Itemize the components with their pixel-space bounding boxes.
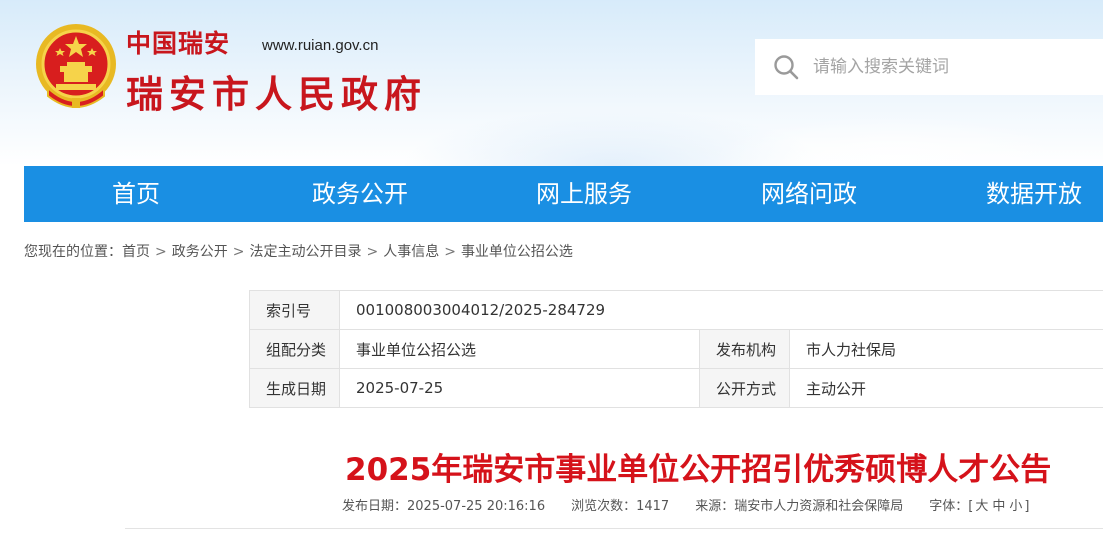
breadcrumb-prefix: 您现在的位置： [24, 244, 122, 260]
source-label: 来源： [695, 499, 735, 514]
publish-date: 发布日期：2025-07-25 20:16:16 [342, 499, 545, 514]
breadcrumb-separator: > [444, 244, 456, 260]
breadcrumb-separator: > [232, 244, 245, 260]
font-size-switcher: 字体：[大中小] [929, 499, 1029, 514]
breadcrumb-home[interactable]: 首页 [122, 244, 150, 260]
national-emblem-icon[interactable] [34, 22, 118, 110]
nav-item-online-services[interactable]: 网上服务 [536, 166, 632, 222]
date-value: 2025-07-25 [339, 368, 700, 408]
publisher-value: 市人力社保局 [788, 329, 1103, 369]
font-size-medium-button[interactable]: 中 [992, 499, 1005, 514]
nav-item-online-inquiry[interactable]: 网络问政 [761, 166, 857, 222]
date-label: 生成日期 [249, 368, 340, 408]
table-row: 索引号 001008003004012/2025-284729 [249, 290, 1103, 330]
breadcrumb-statutory-directory[interactable]: 法定主动公开目录 [249, 244, 361, 260]
source-value: 瑞安市人力资源和社会保障局 [734, 499, 904, 514]
nav-item-home[interactable]: 首页 [112, 166, 160, 222]
publish-date-label: 发布日期： [342, 499, 408, 514]
breadcrumb-separator: > [155, 244, 167, 260]
category-value: 事业单位公招公选 [339, 329, 700, 369]
font-size-large-button[interactable]: 大 [975, 499, 988, 514]
breadcrumb-personnel-info[interactable]: 人事信息 [383, 244, 439, 260]
nav-item-open-data[interactable]: 数据开放 [986, 166, 1082, 222]
view-count: 浏览次数：1417 [571, 499, 669, 514]
logo-government-name[interactable]: 瑞安市人民政府 [126, 64, 427, 118]
view-count-label: 浏览次数： [571, 499, 637, 514]
font-size-label: 字体： [929, 499, 969, 514]
publisher-label: 发布机构 [699, 329, 790, 369]
article-source: 来源：瑞安市人力资源和社会保障局 [695, 499, 903, 514]
logo-china-ruian[interactable]: 中国瑞安 [126, 24, 230, 60]
logo-url: www.ruian.gov.cn [262, 37, 379, 54]
font-size-small-button[interactable]: 小 [1009, 499, 1022, 514]
index-label: 索引号 [249, 290, 340, 330]
table-row: 组配分类 事业单位公招公选 发布机构 市人力社保局 [249, 329, 1103, 369]
view-count-value: 1417 [636, 499, 670, 514]
open-method-value: 主动公开 [788, 368, 1103, 408]
index-value: 001008003004012/2025-284729 [338, 290, 1103, 330]
breadcrumb-public-recruitment[interactable]: 事业单位公招公选 [461, 244, 573, 260]
breadcrumb-separator: > [366, 244, 379, 260]
table-row: 生成日期 2025-07-25 公开方式 主动公开 [249, 368, 1103, 408]
font-bracket-close: ] [1024, 499, 1030, 514]
publish-date-value: 2025-07-25 20:16:16 [407, 499, 546, 514]
site-header: 中国瑞安 www.ruian.gov.cn 瑞安市人民政府 [0, 0, 1103, 166]
font-bracket-open: [ [968, 499, 974, 514]
breadcrumb-government-affairs[interactable]: 政务公开 [172, 244, 228, 260]
document-metadata-table: 索引号 001008003004012/2025-284729 组配分类 事业单… [249, 290, 1103, 408]
nav-item-government-affairs[interactable]: 政务公开 [312, 166, 408, 222]
divider [125, 528, 1103, 529]
article-info: 发布日期：2025-07-25 20:16:16 浏览次数：1417 来源：瑞安市人… [342, 495, 1029, 514]
open-method-label: 公开方式 [699, 368, 790, 408]
search-input[interactable] [813, 57, 1073, 77]
article-title: 2025年瑞安市事业单位公开招引优秀硕博人才公告 [345, 452, 1052, 488]
search-box[interactable] [755, 39, 1103, 95]
category-label: 组配分类 [249, 329, 340, 369]
breadcrumb: 您现在的位置：首页 > 政务公开 > 法定主动公开目录 > 人事信息 > 事业单位公招公选 [24, 241, 573, 261]
main-nav: 首页 政务公开 网上服务 网络问政 数据开放 [24, 166, 1103, 222]
search-icon[interactable] [773, 54, 799, 80]
